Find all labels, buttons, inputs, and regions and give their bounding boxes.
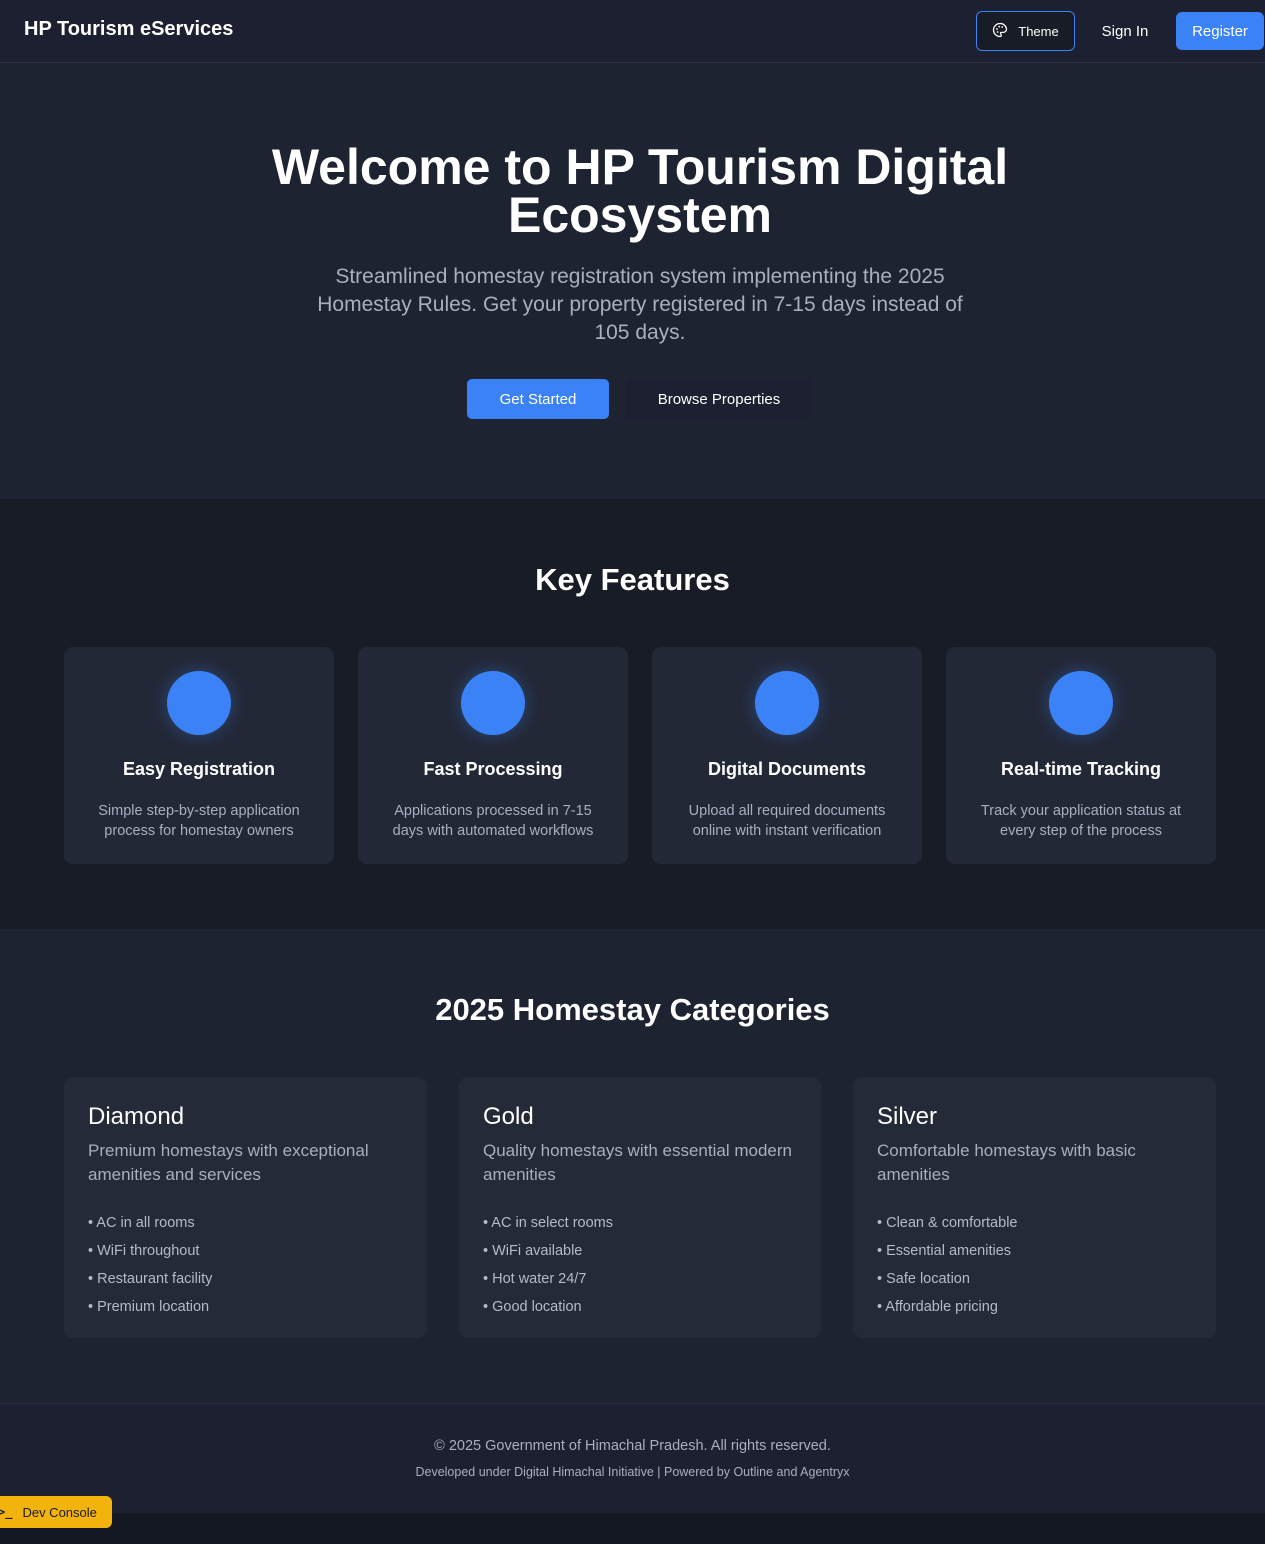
- list-item: • Clean & comfortable: [877, 1215, 1018, 1231]
- theme-label: Theme: [1018, 23, 1059, 39]
- list-item: • AC in select rooms: [483, 1215, 613, 1231]
- feature-description: Track your application status at every s…: [980, 803, 1182, 839]
- feature-icon: [1049, 671, 1113, 735]
- list-item: • WiFi available: [483, 1243, 583, 1259]
- dev-console-button[interactable]: >_ Dev Console: [0, 1496, 112, 1528]
- list-item: • Affordable pricing: [877, 1299, 998, 1315]
- homestay-categories-section: 2025 Homestay Categories Diamond Premium…: [0, 929, 1265, 1403]
- feature-icon: [167, 671, 231, 735]
- key-features-section: Key Features Easy Registration Simple st…: [0, 499, 1265, 929]
- hero-subtitle: Streamlined homestay registration system…: [317, 265, 963, 344]
- feature-title: Real-time Tracking: [1000, 759, 1162, 779]
- category-description: Quality homestays with essential modern …: [483, 1141, 792, 1184]
- browse-properties-button[interactable]: Browse Properties: [626, 379, 812, 419]
- hero-title: Welcome to HP Tourism Digital Ecosystem: [271, 139, 1009, 243]
- feature-description: Applications processed in 7-15 days with…: [392, 803, 594, 839]
- feature-description: Upload all required documents online wit…: [688, 803, 886, 839]
- features-title: Key Features: [535, 562, 730, 597]
- category-title: Silver: [877, 1103, 938, 1130]
- category-title: Diamond: [88, 1103, 185, 1130]
- brand-title[interactable]: HP Tourism eServices: [24, 18, 233, 41]
- category-title: Gold: [483, 1103, 534, 1130]
- list-item: • Good location: [483, 1299, 582, 1315]
- dev-console-label: Dev Console: [22, 1504, 97, 1520]
- category-card-silver: Silver Comfortable homestays with basic …: [853, 1077, 1216, 1338]
- feature-card-fast-processing: Fast Processing Applications processed i…: [358, 647, 628, 864]
- terminal-icon: >_: [0, 1505, 13, 1519]
- list-item: • AC in all rooms: [88, 1215, 195, 1231]
- top-navbar: HP Tourism eServices Theme Sign In Regis…: [0, 0, 1265, 63]
- list-item: • Restaurant facility: [88, 1271, 213, 1287]
- feature-title: Digital Documents: [707, 759, 867, 779]
- feature-card-digital-documents: Digital Documents Upload all required do…: [652, 647, 922, 864]
- hero-section: Welcome to HP Tourism Digital Ecosystem …: [0, 63, 1265, 499]
- feature-title: Easy Registration: [122, 759, 276, 779]
- register-button[interactable]: Register: [1176, 12, 1264, 50]
- feature-icon: [461, 671, 525, 735]
- feature-card-easy-registration: Easy Registration Simple step-by-step ap…: [64, 647, 334, 864]
- category-feature-list: • AC in all rooms • WiFi throughout • Re…: [88, 1209, 212, 1321]
- list-item: • Essential amenities: [877, 1243, 1012, 1259]
- category-description: Premium homestays with exceptional ameni…: [88, 1141, 369, 1184]
- page: HP Tourism eServices Theme Sign In Regis…: [0, 0, 1265, 1544]
- category-feature-list: • Clean & comfortable • Essential amenit…: [877, 1209, 1017, 1321]
- list-item: • Premium location: [88, 1299, 210, 1315]
- feature-title: Fast Processing: [423, 759, 563, 779]
- category-card-diamond: Diamond Premium homestays with exception…: [64, 1077, 427, 1338]
- feature-description: Simple step-by-step application process …: [98, 803, 300, 839]
- sign-in-button[interactable]: Sign In: [1086, 11, 1164, 51]
- feature-icon: [755, 671, 819, 735]
- footer: © 2025 Government of Himachal Pradesh. A…: [0, 1403, 1265, 1513]
- list-item: • Safe location: [877, 1271, 970, 1287]
- list-item: • WiFi throughout: [88, 1243, 200, 1259]
- palette-icon: [992, 22, 1008, 41]
- category-description: Comfortable homestays with basic ameniti…: [877, 1141, 1136, 1184]
- get-started-button[interactable]: Get Started: [467, 379, 609, 419]
- categories-title: 2025 Homestay Categories: [435, 992, 830, 1027]
- category-feature-list: • AC in select rooms • WiFi available • …: [483, 1209, 613, 1321]
- footer-credits: Developed under Digital Himachal Initiat…: [415, 1465, 850, 1479]
- bottom-strip: [0, 1513, 1265, 1544]
- theme-button[interactable]: Theme: [976, 11, 1075, 51]
- category-card-gold: Gold Quality homestays with essential mo…: [459, 1077, 821, 1338]
- footer-copyright: © 2025 Government of Himachal Pradesh. A…: [434, 1438, 831, 1454]
- feature-card-real-time-tracking: Real-time Tracking Track your applicatio…: [946, 647, 1216, 864]
- list-item: • Hot water 24/7: [483, 1271, 587, 1287]
